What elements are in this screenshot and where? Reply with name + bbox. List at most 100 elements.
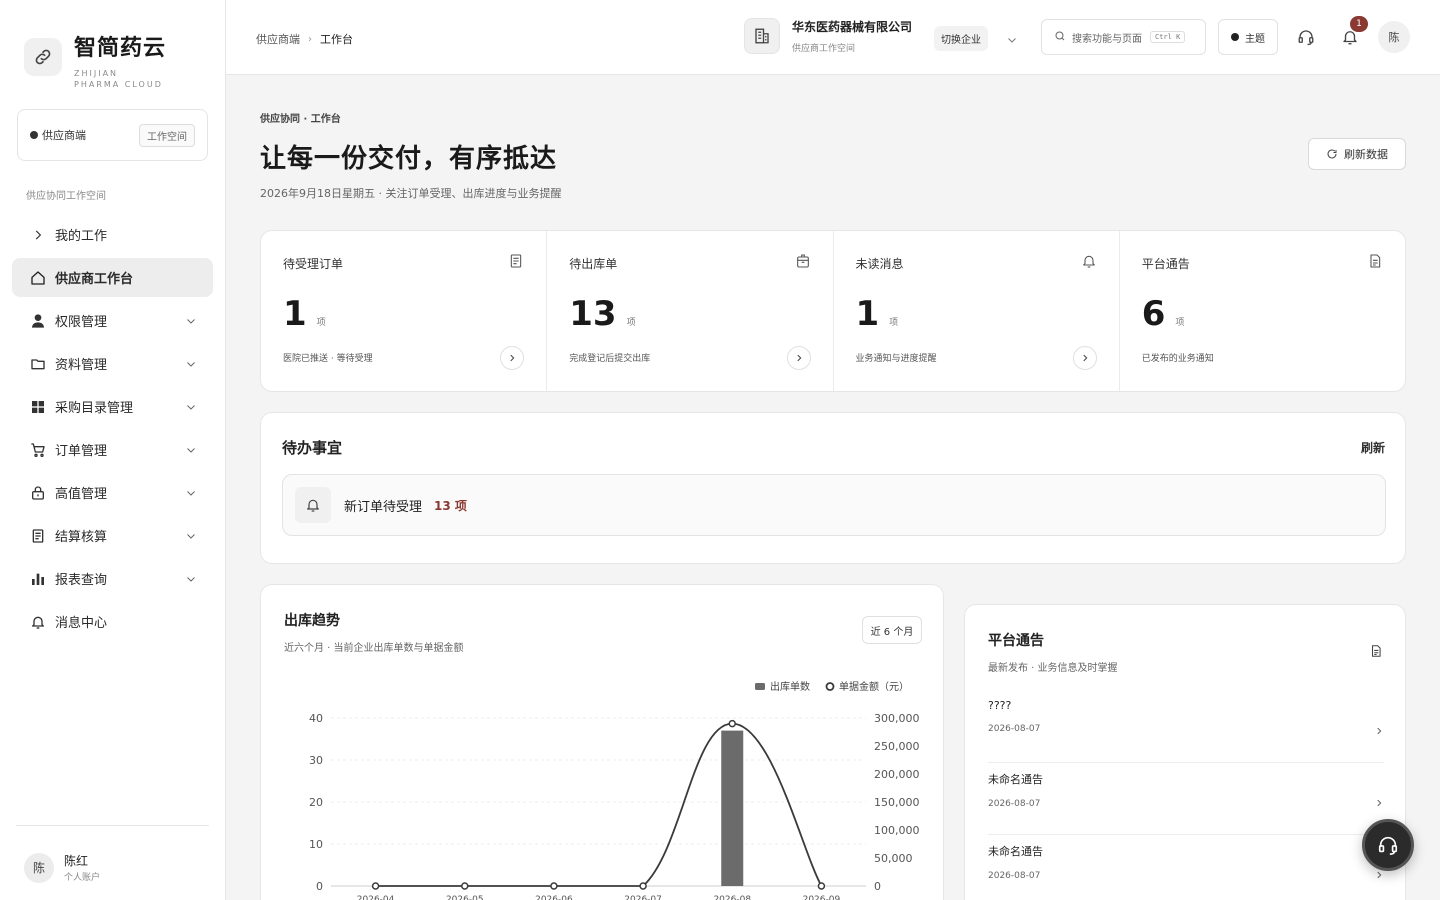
lock-icon (29, 484, 47, 502)
notice-item-title: ???? (988, 699, 1012, 712)
chevron-down-icon (185, 358, 197, 370)
link-icon (24, 38, 62, 76)
bar-chart-icon (29, 570, 47, 588)
chevron-right-icon[interactable] (786, 346, 811, 370)
search-placeholder: 搜索功能与页面 (1072, 33, 1142, 45)
breadcrumb: 供应商端 › 工作台 (256, 31, 353, 47)
sidebar-item-reports[interactable]: 报表查询 (12, 559, 213, 598)
y-left-tick-label: 0 (316, 880, 323, 893)
user-profile[interactable]: 陈 陈红 个人账户 (16, 825, 209, 883)
x-tick-label: 2026-06 (535, 895, 573, 900)
refresh-data-button[interactable]: 刷新数据 (1308, 138, 1406, 170)
brand[interactable]: 智简药云 ZHIJIAN PHARMA CLOUD (24, 30, 166, 90)
page-title: 让每一份交付，有序抵达 (260, 144, 558, 174)
sidebar-item-documents[interactable]: 资料管理 (12, 344, 213, 383)
todo-item-count: 13 项 (434, 498, 467, 513)
stat-unit: 项 (316, 318, 326, 328)
sidebar-item-high-value[interactable]: 高值管理 (12, 473, 213, 512)
legend-line-label: 单据金额（元） (839, 680, 909, 693)
notice-item[interactable]: ???? 2026-08-07 (988, 691, 1384, 763)
stat-card-announcements[interactable]: 平台通告 6 项 已发布的业务通知 (1120, 231, 1405, 391)
role-label: 供应商端 (42, 129, 86, 142)
chevron-down-icon (185, 530, 197, 542)
switch-company-button[interactable]: 切换企业 (934, 26, 988, 51)
sidebar-item-label: 采购目录管理 (55, 401, 134, 416)
user-role: 个人账户 (64, 873, 101, 883)
user-name: 陈红 (64, 854, 89, 868)
chevron-down-icon (185, 444, 197, 456)
chevron-down-icon (185, 573, 197, 585)
stat-value: 13 (569, 294, 617, 334)
x-tick-label: 2026-04 (357, 895, 395, 900)
chevron-down-icon[interactable] (1006, 31, 1018, 50)
breadcrumb-current: 工作台 (320, 33, 353, 46)
line-point (461, 882, 469, 890)
sidebar-item-my-work[interactable]: 我的工作 (12, 215, 213, 254)
sidebar-item-label: 高值管理 (55, 487, 108, 502)
chevron-right-icon[interactable] (1072, 346, 1097, 370)
stat-label: 待受理订单 (283, 257, 344, 271)
stat-card-pending-orders[interactable]: 待受理订单 1 项 医院已推送 · 等待受理 (261, 231, 548, 391)
trend-chart: 0 10 20 30 40 0 50,000 100,000 150,000 200,000 250… (309, 680, 920, 900)
notice-item-title: 未命名通告 (988, 845, 1043, 858)
chevron-down-icon (185, 315, 197, 327)
breadcrumb-root[interactable]: 供应商端 (256, 31, 300, 47)
sidebar-item-orders[interactable]: 订单管理 (12, 430, 213, 469)
chevron-right-icon[interactable] (500, 346, 525, 370)
role-card: 供应商端 工作空间 (17, 109, 208, 161)
chevron-down-icon (185, 401, 197, 413)
sidebar-item-messages[interactable]: 消息中心 (12, 602, 213, 641)
legend-line-swatch (825, 682, 835, 691)
y-right-tick-label: 50,000 (874, 852, 913, 865)
notice-item-date: 2026-08-07 (988, 724, 1041, 734)
role-dot-icon (30, 131, 38, 139)
company-info: 华东医药器械有限公司 供应商工作空间 (744, 18, 912, 54)
sidebar-item-label: 订单管理 (55, 444, 108, 459)
document-icon (508, 253, 524, 273)
chevron-right-icon (29, 226, 47, 244)
sidebar-item-label: 结算核算 (55, 530, 108, 545)
y-right-tick-label: 300,000 (874, 712, 920, 725)
stat-card-pending-shipments[interactable]: 待出库单 13 项 完成登记后提交出库 (547, 231, 834, 391)
notice-item[interactable]: 未命名通告 2026-08-07 (988, 835, 1384, 900)
user-avatar: 陈 (24, 852, 54, 883)
todo-refresh-button[interactable]: 刷新 (1361, 439, 1385, 456)
headset-icon[interactable] (1295, 26, 1317, 48)
support-fab[interactable] (1362, 819, 1414, 871)
brand-subtitle: ZHIJIAN PHARMA CLOUD (74, 69, 163, 89)
stat-label: 待出库单 (569, 257, 618, 271)
line-point (639, 882, 647, 890)
notice-subtitle: 最新发布 · 业务信息及时掌握 (988, 663, 1118, 674)
breadcrumb-separator-icon: › (308, 33, 312, 45)
todo-title: 待办事宜 (282, 439, 343, 457)
header-avatar[interactable]: 陈 (1378, 21, 1410, 53)
notice-title: 平台通告 (988, 633, 1044, 649)
sidebar-item-label: 资料管理 (55, 358, 108, 373)
stat-unit: 项 (1175, 318, 1185, 328)
sidebar-item-permissions[interactable]: 权限管理 (12, 301, 213, 340)
theme-dot-icon (1231, 33, 1239, 41)
line-point (371, 882, 380, 890)
notice-item-date: 2026-08-07 (988, 871, 1041, 881)
sidebar-item-supplier-dashboard[interactable]: 供应商工作台 (12, 258, 213, 297)
sidebar: 智简药云 ZHIJIAN PHARMA CLOUD 供应商端 工作空间 供应协同… (0, 0, 226, 900)
stat-card-unread-messages[interactable]: 未读消息 1 项 业务通知与进度提醒 (834, 231, 1120, 391)
document-icon (29, 527, 47, 545)
stat-value: 1 (283, 294, 307, 334)
search-input[interactable]: 搜索功能与页面 Ctrl K (1041, 19, 1206, 55)
stat-value: 1 (855, 294, 880, 334)
notice-item[interactable]: 未命名通告 2026-08-07 (988, 763, 1384, 835)
sidebar-item-catalog[interactable]: 采购目录管理 (12, 387, 213, 426)
todo-item[interactable]: 新订单待受理 13 项 (282, 474, 1386, 536)
company-subtitle: 供应商工作空间 (792, 44, 856, 54)
sidebar-item-label: 报表查询 (55, 573, 108, 588)
theme-button[interactable]: 主题 (1218, 19, 1278, 55)
bar (721, 730, 744, 886)
notification-badge: 1 (1350, 16, 1368, 32)
sidebar-item-settlement[interactable]: 结算核算 (12, 516, 213, 555)
workspace-button[interactable]: 工作空间 (139, 123, 195, 147)
file-icon (1369, 643, 1383, 662)
search-shortcut: Ctrl K (1150, 31, 1186, 43)
line-point (728, 719, 736, 728)
x-tick-label: 2026-08 (713, 895, 751, 900)
